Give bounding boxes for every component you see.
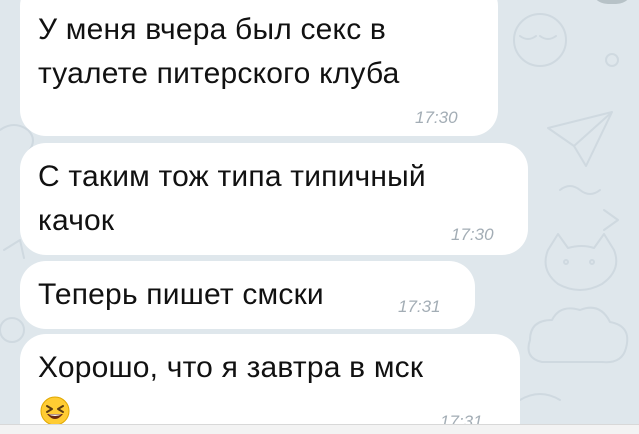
message-bubble[interactable]: Теперь пишет смски 17:31 [20,261,475,329]
message-timestamp: 17:30 [451,225,494,244]
message-input-bar-edge [0,424,639,434]
message-timestamp: 17:31 [398,297,441,316]
message-text-line: туалете питерского клуба [38,57,400,90]
message-bubble[interactable]: С таким тож типа типичный качок 17:30 [20,143,528,255]
message-bubble[interactable]: У меня вчера был секс в туалете питерско… [20,0,498,136]
message-text-line: С таким тож типа типичный [38,160,426,193]
message-text-line: качок [38,204,115,237]
message-text-line: Теперь пишет смски [38,278,324,311]
message-bubble[interactable]: Хорошо, что я завтра в мск 17:31 [20,334,520,434]
message-timestamp: 17:30 [415,108,458,127]
chat-background: У меня вчера был секс в туалете питерско… [0,0,639,434]
message-text-line: Хорошо, что я завтра в мск [38,351,424,384]
message-text-line: У меня вчера был секс в [38,13,387,46]
laughing-face-emoji [40,396,70,426]
